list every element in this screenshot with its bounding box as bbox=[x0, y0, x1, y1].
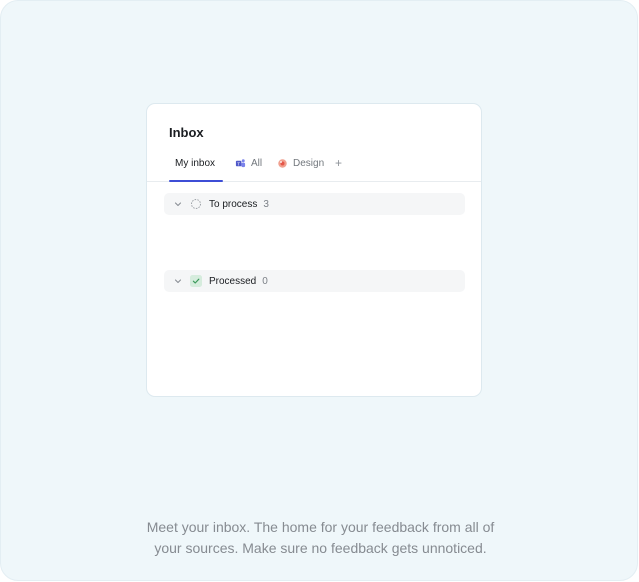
page-frame: Inbox My inbox T All Design + To process… bbox=[0, 0, 638, 581]
caption-line-1: Meet your inbox. The home for your feedb… bbox=[146, 519, 495, 535]
tab-my-inbox[interactable]: My inbox bbox=[175, 154, 215, 182]
tab-bar: My inbox T All Design + bbox=[147, 154, 481, 182]
tab-all-label: All bbox=[251, 158, 263, 169]
add-tab-button[interactable]: + bbox=[335, 156, 342, 170]
chevron-down-icon[interactable] bbox=[172, 198, 184, 210]
caption-line-2: your sources. Make sure no feedback gets… bbox=[154, 540, 487, 556]
design-icon bbox=[278, 159, 287, 168]
circle-dashed-icon bbox=[191, 199, 201, 209]
group-processed-label: Processed bbox=[209, 275, 257, 287]
group-processed-count: 0 bbox=[262, 275, 268, 287]
teams-icon: T bbox=[235, 159, 246, 168]
tab-my-inbox-label: My inbox bbox=[175, 158, 216, 169]
group-to-process[interactable]: To process 3 bbox=[164, 193, 465, 215]
active-tab-indicator bbox=[169, 180, 223, 182]
tab-all[interactable]: T All bbox=[235, 154, 262, 182]
chevron-down-icon[interactable] bbox=[172, 275, 184, 287]
inbox-card: Inbox My inbox T All Design + To process… bbox=[146, 103, 482, 397]
check-icon bbox=[190, 275, 202, 287]
group-to-process-count: 3 bbox=[263, 198, 269, 210]
svg-text:T: T bbox=[237, 161, 240, 166]
inbox-title: Inbox bbox=[169, 125, 204, 140]
group-processed[interactable]: Processed 0 bbox=[164, 270, 465, 292]
feature-caption: Meet your inbox. The home for your feedb… bbox=[1, 517, 639, 559]
tab-design[interactable]: Design bbox=[277, 154, 324, 182]
group-to-process-label: To process bbox=[209, 198, 258, 210]
tab-design-label: Design bbox=[293, 158, 325, 169]
